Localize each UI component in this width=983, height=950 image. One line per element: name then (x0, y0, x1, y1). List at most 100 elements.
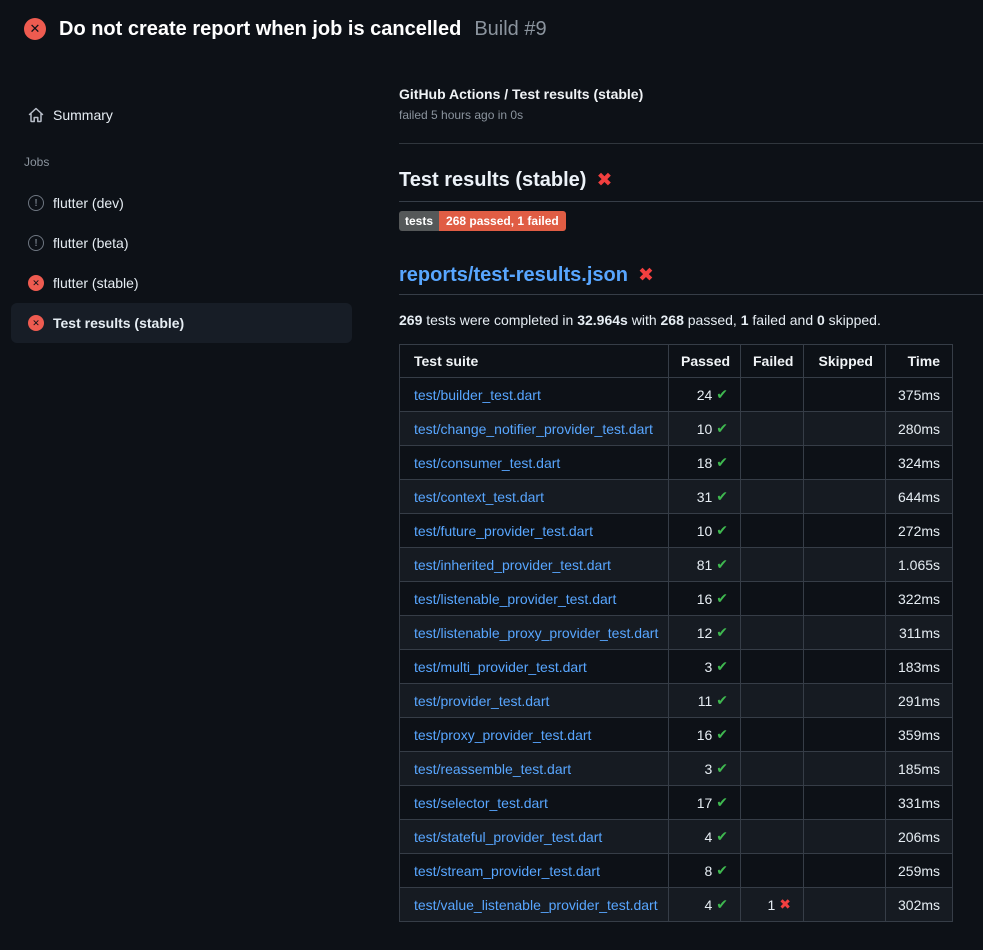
time-cell: 272ms (886, 514, 953, 548)
summary-number: 269 (399, 312, 422, 328)
sidebar-item-summary[interactable]: Summary (11, 101, 352, 129)
count-value: 17 (697, 795, 713, 811)
report-file-link[interactable]: reports/test-results.json (399, 264, 628, 287)
test-suite-link[interactable]: test/stream_provider_test.dart (414, 863, 600, 879)
count-with-icon: 4✔ (704, 896, 728, 913)
count-value: 81 (697, 557, 713, 573)
test-suite-link[interactable]: test/selector_test.dart (414, 795, 548, 811)
test-suite-link[interactable]: test/reassemble_test.dart (414, 761, 571, 777)
cross-icon: ✖ (779, 896, 791, 913)
test-suite-cell: test/proxy_provider_test.dart (400, 718, 669, 752)
test-suite-cell: test/listenable_proxy_provider_test.dart (400, 616, 669, 650)
tests-badge: tests 268 passed, 1 failed (399, 211, 566, 231)
sidebar-jobs-heading: Jobs (24, 155, 352, 170)
count-with-icon: 1✖ (767, 896, 791, 913)
check-icon: ✔ (716, 624, 728, 641)
time-cell: 259ms (886, 854, 953, 888)
time-cell: 331ms (886, 786, 953, 820)
count-value: 10 (697, 421, 713, 437)
test-suite-link[interactable]: test/future_provider_test.dart (414, 523, 593, 539)
skipped-cell (804, 412, 886, 446)
failed-cell (741, 684, 804, 718)
summary-number: 268 (661, 312, 684, 328)
test-suite-cell: test/value_listenable_provider_test.dart (400, 888, 669, 922)
test-suite-cell: test/context_test.dart (400, 480, 669, 514)
test-suite-link[interactable]: test/listenable_proxy_provider_test.dart (414, 625, 658, 641)
skipped-cell (804, 786, 886, 820)
skipped-cell (804, 582, 886, 616)
test-suite-cell: test/listenable_provider_test.dart (400, 582, 669, 616)
failed-status-icon: ✕ (28, 315, 44, 331)
test-suite-link[interactable]: test/consumer_test.dart (414, 455, 560, 471)
test-suite-cell: test/consumer_test.dart (400, 446, 669, 480)
check-icon: ✔ (716, 590, 728, 607)
test-suite-link[interactable]: test/change_notifier_provider_test.dart (414, 421, 653, 437)
test-suite-link[interactable]: test/provider_test.dart (414, 693, 549, 709)
count-value: 3 (704, 761, 712, 777)
count-with-icon: 17✔ (697, 794, 728, 811)
passed-cell: 12✔ (669, 616, 741, 650)
sidebar-summary-label: Summary (53, 107, 113, 123)
check-icon: ✔ (716, 420, 728, 437)
test-suite-cell: test/inherited_provider_test.dart (400, 548, 669, 582)
summary-text: skipped. (825, 312, 881, 328)
passed-cell: 8✔ (669, 854, 741, 888)
check-icon: ✔ (716, 454, 728, 471)
results-summary-line: 269 tests were completed in 32.964s with… (399, 312, 983, 328)
test-suite-link[interactable]: test/value_listenable_provider_test.dart (414, 897, 658, 913)
count-with-icon: 24✔ (697, 386, 728, 403)
count-with-icon: 16✔ (697, 590, 728, 607)
count-value: 31 (697, 489, 713, 505)
passed-cell: 11✔ (669, 684, 741, 718)
failed-status-icon: ✕ (28, 275, 44, 291)
passed-cell: 81✔ (669, 548, 741, 582)
failed-cell (741, 446, 804, 480)
sidebar-jobs-list: !flutter (dev)!flutter (beta)✕flutter (s… (11, 183, 352, 343)
summary-number: 1 (741, 312, 749, 328)
sidebar-job-item[interactable]: ✕flutter (stable) (11, 263, 352, 303)
cross-mark-icon: ✖ (596, 171, 612, 190)
passed-cell: 16✔ (669, 582, 741, 616)
passed-cell: 17✔ (669, 786, 741, 820)
check-icon: ✔ (716, 522, 728, 539)
skipped-cell (804, 752, 886, 786)
passed-cell: 4✔ (669, 820, 741, 854)
table-row: test/change_notifier_provider_test.dart 1… (400, 412, 953, 446)
run-meta: failed 5 hours ago in 0s (399, 108, 983, 122)
test-suite-link[interactable]: test/builder_test.dart (414, 387, 541, 403)
failed-cell (741, 752, 804, 786)
failed-cell (741, 786, 804, 820)
sidebar-job-item[interactable]: !flutter (dev) (11, 183, 352, 223)
test-suite-link[interactable]: test/context_test.dart (414, 489, 544, 505)
table-row: test/stream_provider_test.dart 8✔ 259ms (400, 854, 953, 888)
check-icon: ✔ (716, 726, 728, 743)
check-icon: ✔ (716, 692, 728, 709)
skipped-cell (804, 718, 886, 752)
summary-number: 32.964s (577, 312, 628, 328)
count-value: 12 (697, 625, 713, 641)
failed-cell (741, 548, 804, 582)
summary-text: failed and (749, 312, 818, 328)
table-row: test/listenable_provider_test.dart16✔322… (400, 582, 953, 616)
check-icon: ✔ (716, 488, 728, 505)
skipped-cell (804, 446, 886, 480)
failed-cell (741, 820, 804, 854)
summary-text: passed, (684, 312, 741, 328)
test-suite-link[interactable]: test/stateful_provider_test.dart (414, 829, 602, 845)
test-suite-link[interactable]: test/proxy_provider_test.dart (414, 727, 591, 743)
passed-cell: 16✔ (669, 718, 741, 752)
test-suite-link[interactable]: test/listenable_provider_test.dart (414, 591, 616, 607)
table-row: test/stateful_provider_test.dart4✔206ms (400, 820, 953, 854)
check-icon: ✔ (716, 386, 728, 403)
time-cell: 311ms (886, 616, 953, 650)
test-suite-link[interactable]: test/inherited_provider_test.dart (414, 557, 611, 573)
time-cell: 644ms (886, 480, 953, 514)
badge-label: tests (399, 211, 439, 231)
test-suite-link[interactable]: test/multi_provider_test.dart (414, 659, 587, 675)
section-title: Test results (stable) ✖ (399, 169, 983, 192)
sidebar-job-item[interactable]: ✕Test results (stable) (11, 303, 352, 343)
cancelled-status-icon: ! (28, 195, 44, 211)
time-cell: 324ms (886, 446, 953, 480)
count-value: 24 (697, 387, 713, 403)
sidebar-job-item[interactable]: !flutter (beta) (11, 223, 352, 263)
